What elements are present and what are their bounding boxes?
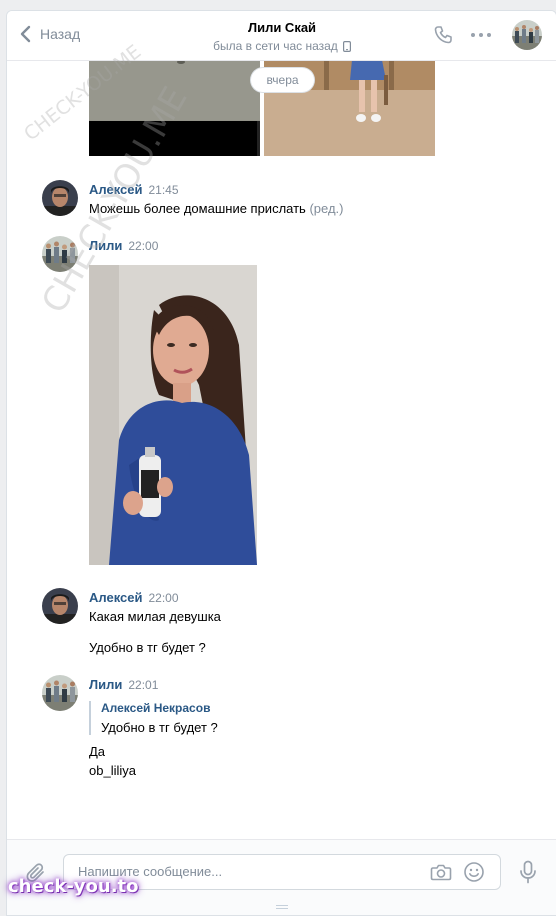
author-name: Лили: [89, 677, 123, 692]
message-time[interactable]: 22:00: [149, 591, 179, 605]
author-name: Алексей: [89, 590, 143, 605]
date-separator: вчера: [251, 68, 314, 92]
reply-text: Удобно в тг будет ?: [101, 720, 218, 735]
phone-icon[interactable]: [433, 25, 453, 45]
message-text: Да: [89, 744, 106, 759]
back-button[interactable]: Назад: [19, 25, 80, 43]
chevron-left-icon: [20, 25, 31, 43]
avatar[interactable]: [42, 588, 78, 624]
reply-author[interactable]: Алексей Некрасов: [101, 701, 218, 715]
reply-quote[interactable]: Алексей Некрасов Удобно в тг будет ?: [89, 701, 218, 735]
avatar[interactable]: [42, 180, 78, 216]
message-time[interactable]: 21:45: [149, 183, 179, 197]
more-icon[interactable]: [470, 25, 492, 45]
message-text: Удобно в тг будет ?: [89, 640, 206, 655]
photo-attachment[interactable]: [89, 265, 257, 565]
edited-mark: (ред.): [309, 201, 344, 216]
contact-name: Лили Скай: [247, 20, 317, 35]
contact-status-text: была в сети час назад: [213, 39, 338, 53]
resize-grip-icon[interactable]: [276, 904, 288, 910]
contact-status: была в сети час назад: [177, 39, 387, 53]
message-author[interactable]: Лили 22:01: [89, 677, 158, 692]
chat-header: Назад Лили Скай была в сети час назад: [7, 11, 556, 61]
message-text: ob_liliya: [89, 763, 136, 778]
contact-avatar[interactable]: [512, 20, 542, 50]
message-text: Какая милая девушка: [89, 609, 221, 624]
contact-info[interactable]: Лили Скай была в сети час назад: [177, 20, 387, 53]
mobile-icon: [342, 40, 351, 52]
message-author[interactable]: Алексей 22:00: [89, 590, 179, 605]
microphone-icon[interactable]: [519, 860, 537, 884]
message-time[interactable]: 22:00: [128, 239, 158, 253]
chat-panel: Назад Лили Скай была в сети час назад вч…: [6, 10, 556, 916]
back-label: Назад: [40, 26, 81, 42]
emoji-icon[interactable]: [463, 861, 485, 883]
camera-icon[interactable]: [430, 862, 452, 882]
watermark-logo: check-you.to: [8, 876, 139, 897]
message-time[interactable]: 22:01: [128, 678, 158, 692]
avatar[interactable]: [42, 675, 78, 711]
